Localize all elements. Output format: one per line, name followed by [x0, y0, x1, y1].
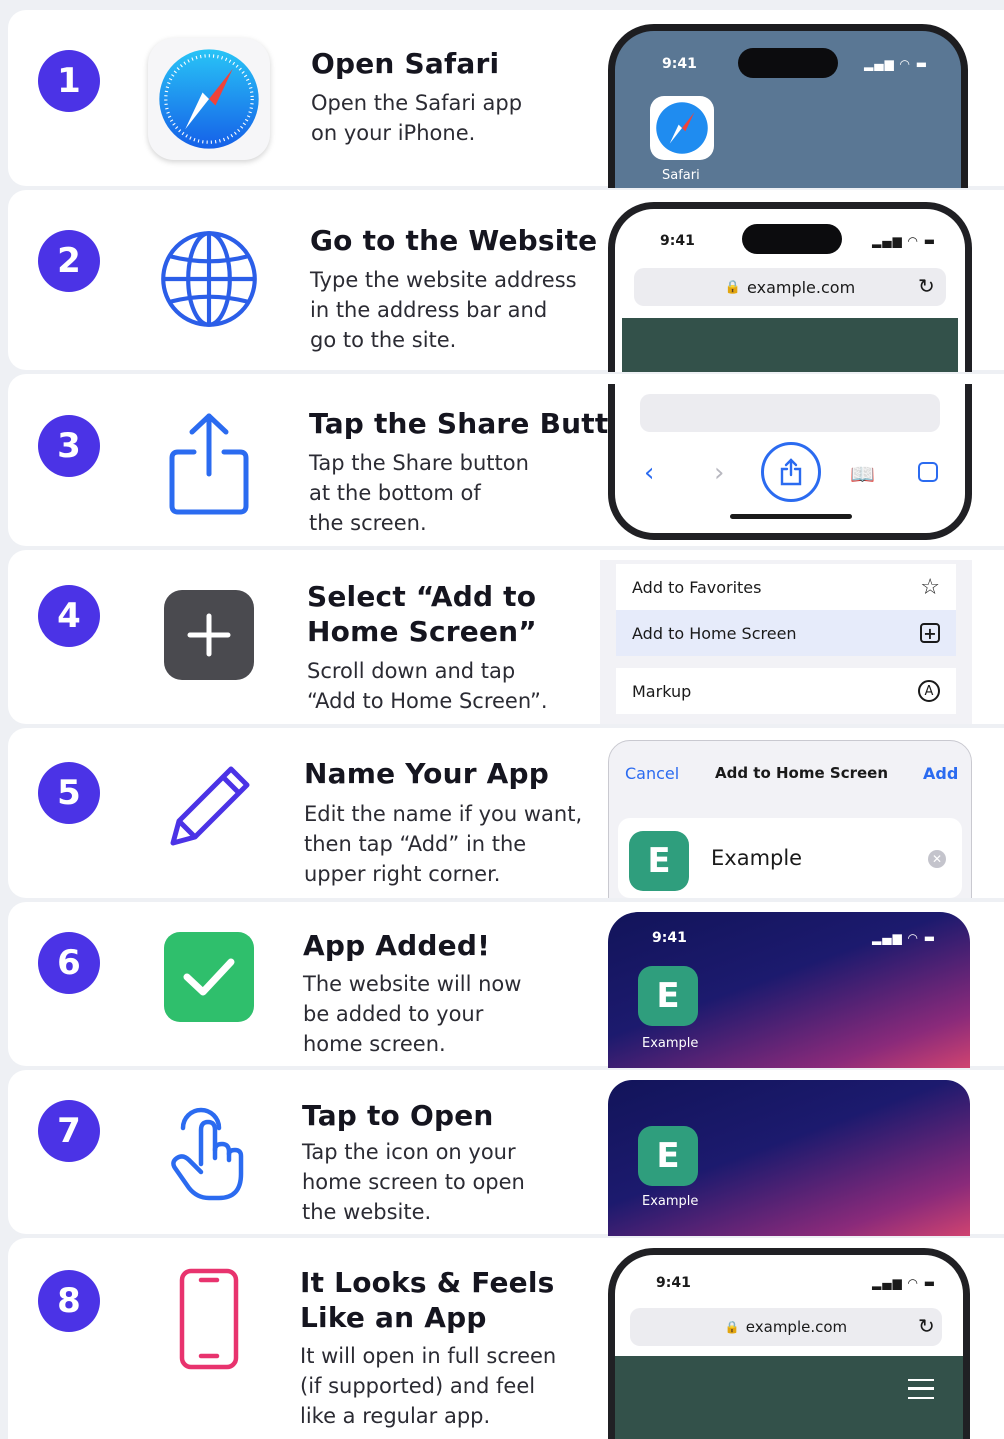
status-time: 9:41: [660, 233, 695, 249]
step-title: Name Your App: [304, 757, 550, 790]
reload-icon[interactable]: ↻: [918, 274, 935, 298]
steps-guide: 1 Open Safari Open the Safari app on your…: [0, 0, 1004, 1439]
step-number-badge: 5: [38, 762, 100, 824]
step-number-badge: 3: [38, 415, 100, 477]
step-number-badge: 1: [38, 50, 100, 112]
plus-square-icon: +: [920, 623, 940, 643]
bookmarks-icon[interactable]: 📖: [850, 462, 875, 486]
pencil-icon: [148, 746, 270, 868]
step-title: Go to the Website: [310, 224, 598, 257]
step-title: Tap the Share Button: [309, 407, 648, 440]
step-1-screenshot: 9:41 ▂▄▆ ◠ ▬ Safari: [600, 10, 972, 188]
share-button[interactable]: [761, 442, 821, 502]
example-app-icon[interactable]: E: [638, 1126, 698, 1186]
checkmark-icon: [148, 916, 270, 1038]
status-time: 9:41: [656, 1275, 691, 1291]
address-bar[interactable]: 🔒 example.com: [630, 1308, 942, 1346]
lock-icon: 🔒: [724, 1320, 740, 1334]
add-button[interactable]: Add: [923, 764, 958, 783]
status-icons: ▂▄▆ ◠ ▬: [872, 931, 937, 945]
forward-chevron-icon: ›: [714, 458, 725, 488]
url-text: example.com: [747, 277, 856, 297]
step-title: Select “Add to Home Screen”: [307, 580, 537, 648]
share-icon: [148, 402, 270, 524]
step-3-screenshot: ‹ › 📖: [600, 384, 972, 544]
phone-icon: [148, 1258, 270, 1380]
step-number-badge: 7: [38, 1100, 100, 1162]
page-content: [622, 318, 958, 372]
tap-hand-icon: [148, 1088, 270, 1210]
globe-icon: [148, 218, 270, 340]
app-label: Example: [642, 1036, 699, 1051]
hamburger-menu-icon[interactable]: [908, 1379, 934, 1399]
tabs-icon[interactable]: [918, 462, 938, 482]
lock-icon: 🔒: [724, 279, 742, 295]
status-icons: ▂▄▆ ◠ ▬: [872, 1276, 937, 1290]
address-bar[interactable]: 🔒 example.com: [634, 268, 946, 306]
star-icon: ☆: [920, 574, 940, 600]
step-4-screenshot: Add to Favorites ☆ Add to Home Screen + …: [600, 560, 972, 724]
clear-text-icon[interactable]: ✕: [928, 850, 946, 868]
status-time: 9:41: [662, 56, 697, 72]
reload-icon[interactable]: ↻: [918, 1314, 935, 1338]
step-description: Type the website address in the address b…: [310, 268, 577, 352]
step-description: Tap the icon on your home screen to open t…: [302, 1140, 525, 1224]
dynamic-island: [738, 48, 838, 78]
step-title: Open Safari: [311, 47, 500, 80]
app-label: Example: [642, 1194, 699, 1209]
markup-icon: A: [918, 680, 940, 702]
step-title: It Looks & Feels Like an App: [300, 1266, 555, 1334]
step-number-badge: 2: [38, 230, 100, 292]
safari-compass-icon: [148, 38, 270, 160]
app-icon-tile: E: [629, 831, 689, 891]
step-title: Tap to Open: [302, 1099, 494, 1132]
step-8-screenshot: 9:41 ▂▄▆ ◠ ▬ 🔒 example.com ↻: [600, 1248, 972, 1439]
step-description: Edit the name if you want, then tap “Add”…: [304, 802, 583, 886]
step-number-badge: 8: [38, 1270, 100, 1332]
safari-compass-icon: [656, 102, 708, 154]
step-number-badge: 4: [38, 585, 100, 647]
safari-app-label: Safari: [662, 168, 700, 183]
dynamic-island: [742, 224, 842, 254]
step-number-badge: 6: [38, 932, 100, 994]
example-app-icon[interactable]: E: [638, 966, 698, 1026]
safari-app-icon[interactable]: [650, 96, 714, 160]
step-7-screenshot: E Example: [600, 1080, 972, 1236]
menu-item-add-to-home-screen[interactable]: Add to Home Screen +: [616, 610, 956, 656]
step-description: The website will now be added to your home…: [303, 972, 522, 1056]
step-description: It will open in full screen (if supported…: [300, 1344, 557, 1428]
step-2-screenshot: 9:41 ▂▄▆ ◠ ▬ 🔒 example.com ↻: [600, 190, 972, 372]
toolbar-search-field[interactable]: [640, 394, 940, 432]
plus-square-icon: [148, 574, 270, 696]
share-icon: [780, 458, 802, 486]
status-icons: ▂▄▆ ◠ ▬: [872, 234, 937, 248]
status-time: 9:41: [652, 930, 687, 946]
back-chevron-icon[interactable]: ‹: [644, 458, 654, 488]
url-text: example.com: [745, 1318, 848, 1336]
step-description: Open the Safari app on your iPhone.: [311, 91, 523, 145]
step-description: Tap the Share button at the bottom of the …: [309, 451, 529, 535]
step-6-screenshot: 9:41 ▂▄▆ ◠ ▬ E Example: [600, 912, 972, 1068]
menu-item-add-to-favorites[interactable]: Add to Favorites ☆: [616, 564, 956, 610]
cancel-button[interactable]: Cancel: [625, 764, 679, 783]
menu-item-markup[interactable]: Markup A: [616, 668, 956, 714]
dialog-title: Add to Home Screen: [715, 764, 889, 782]
step-description: Scroll down and tap “Add to Home Screen”.: [307, 659, 548, 713]
status-icons: ▂▄▆ ◠ ▬: [864, 57, 929, 71]
step-5-screenshot: Cancel Add to Home Screen Add E Example …: [600, 738, 972, 898]
home-indicator: [730, 514, 852, 519]
step-title: App Added!: [303, 929, 491, 962]
app-name-field[interactable]: Example: [711, 846, 802, 870]
